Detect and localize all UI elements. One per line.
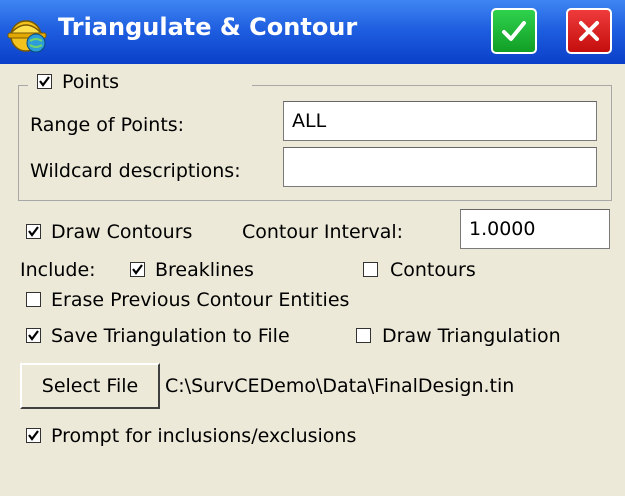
surveyor-hardhat-icon	[7, 20, 47, 53]
wildcard-descriptions-label: Wildcard descriptions:	[30, 160, 241, 182]
wildcard-descriptions-input[interactable]	[283, 147, 597, 187]
range-of-points-label: Range of Points:	[30, 114, 185, 136]
draw-contours-label: Draw Contours	[51, 221, 193, 243]
title-bar: Triangulate & Contour	[0, 0, 625, 64]
draw-triangulation-label: Draw Triangulation	[382, 325, 561, 347]
file-path-text: C:\SurvCEDemo\Data\FinalDesign.tin	[165, 375, 515, 397]
erase-previous-label: Erase Previous Contour Entities	[51, 289, 350, 311]
points-checkbox[interactable]	[37, 74, 52, 89]
contours-checkbox[interactable]	[363, 262, 378, 277]
select-file-button[interactable]: Select File	[20, 363, 160, 409]
contours-include-label: Contours	[390, 259, 476, 281]
contour-interval-input[interactable]: 1.0000	[460, 209, 610, 249]
triangulate-contour-dialog: Triangulate & Contour Points Range of Po…	[0, 0, 625, 496]
save-triangulation-label: Save Triangulation to File	[51, 325, 290, 347]
draw-triangulation-checkbox[interactable]	[356, 328, 371, 343]
window-title: Triangulate & Contour	[58, 13, 358, 41]
breaklines-checkbox[interactable]	[130, 262, 145, 277]
checkmark-icon	[39, 76, 50, 87]
breaklines-label: Breaklines	[155, 259, 254, 281]
points-group-legend: Points	[28, 68, 252, 96]
prompt-inclusions-label: Prompt for inclusions/exclusions	[51, 425, 357, 447]
prompt-inclusions-checkbox[interactable]	[26, 428, 41, 443]
points-label: Points	[62, 71, 120, 93]
contour-interval-label: Contour Interval:	[242, 221, 404, 243]
erase-previous-checkbox[interactable]	[26, 292, 41, 307]
draw-contours-checkbox[interactable]	[26, 224, 41, 239]
ok-button[interactable]	[491, 8, 537, 54]
close-button[interactable]	[566, 8, 612, 54]
include-label: Include:	[20, 259, 96, 281]
checkmark-icon	[132, 264, 143, 275]
close-icon	[579, 21, 599, 41]
checkmark-icon	[28, 226, 39, 237]
save-triangulation-checkbox[interactable]	[26, 328, 41, 343]
checkmark-icon	[28, 430, 39, 441]
checkmark-icon	[502, 21, 526, 41]
range-of-points-input[interactable]: ALL	[283, 101, 597, 141]
checkmark-icon	[28, 330, 39, 341]
